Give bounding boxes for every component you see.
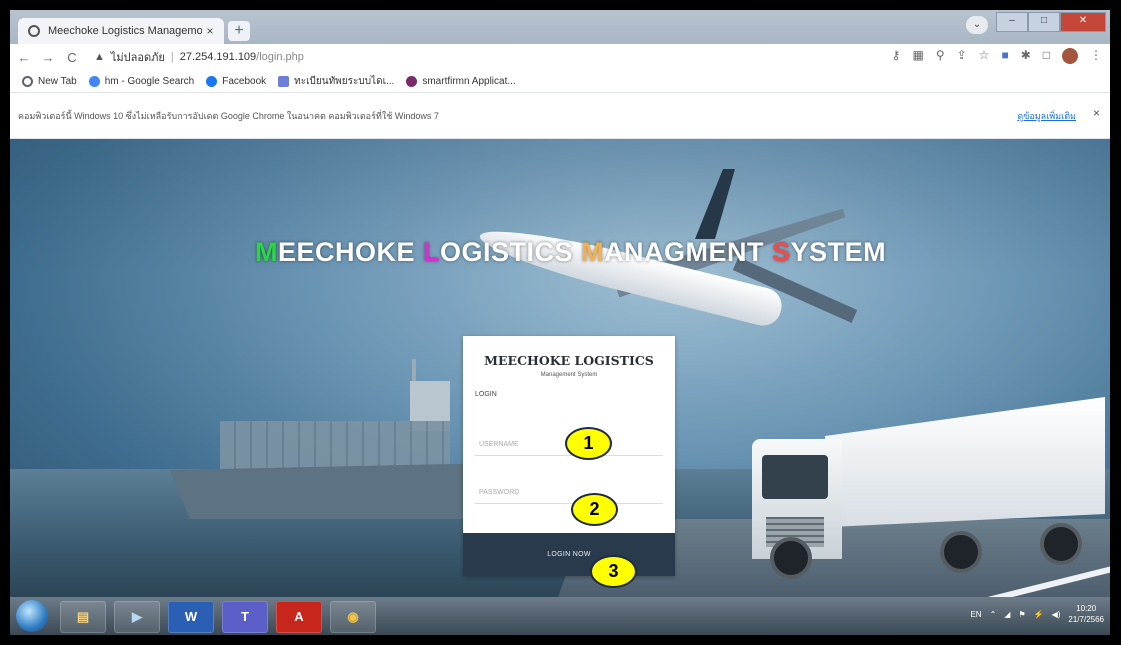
zoom-icon[interactable]: ⚲ <box>936 48 945 64</box>
google-icon <box>88 75 100 87</box>
tab-close-button[interactable]: × <box>202 24 218 38</box>
facebook-icon <box>206 75 218 87</box>
bookmark-label: hm - Google Search <box>104 75 195 87</box>
volume-icon[interactable]: ◀) <box>1052 610 1061 619</box>
bookmarks-bar: New Tab hm - Google Search Facebook ทะเบ… <box>10 70 1110 93</box>
clock-time: 10:20 <box>1076 604 1097 613</box>
browser-tab[interactable]: Meechoke Logistics Managemo × <box>18 18 224 44</box>
address-separator: | <box>170 51 174 63</box>
bookmark-item[interactable]: Facebook <box>206 75 267 87</box>
infobar-close-button[interactable]: × <box>1093 106 1100 120</box>
window-close-button[interactable]: ✕ <box>1060 12 1106 32</box>
flag-icon[interactable]: ⚑ <box>1018 610 1025 619</box>
bookmark-item[interactable]: hm - Google Search <box>88 75 195 87</box>
headline-initial: L <box>423 237 441 267</box>
reload-button[interactable]: C <box>62 50 82 65</box>
chevron-down-icon[interactable]: ⌄ <box>966 16 988 34</box>
login-brand: MEECHOKE LOGISTICS <box>484 353 654 368</box>
headline-initial: S <box>772 237 791 267</box>
address-path: /login.php <box>256 51 304 63</box>
login-page: MEECHOKE LOGISTICS MANAGMENT SYSTEM MEEC… <box>10 139 1110 597</box>
address-host: 27.254.191.109 <box>179 51 257 63</box>
app-icon <box>406 75 418 87</box>
truck-trailer <box>825 397 1105 527</box>
system-headline: MEECHOKE LOGISTICS MANAGMENT SYSTEM <box>255 237 886 268</box>
step-callout-3: 3 <box>590 555 637 588</box>
headline-initial: M <box>581 237 605 267</box>
truck-wheel <box>770 537 812 579</box>
star-icon[interactable]: ☆ <box>979 48 990 64</box>
bookmark-item[interactable]: New Tab <box>22 75 77 87</box>
clock-date: 21/7/2566 <box>1068 615 1104 624</box>
language-indicator[interactable]: EN <box>970 610 981 619</box>
system-tray: EN ⌃ ◢ ⚑ ⚡ ◀) 10:20 21/7/2566 <box>970 603 1104 625</box>
puzzle-icon[interactable]: ✱ <box>1021 48 1031 64</box>
headline-word: ANAGMENT <box>604 237 773 267</box>
teams-taskbar-button[interactable]: T <box>222 601 268 633</box>
airplane <box>475 217 786 330</box>
bookmark-item[interactable]: ทะเบียนทัพยระบบไดเ... <box>278 74 394 89</box>
globe-icon <box>22 75 33 87</box>
chevron-up-icon[interactable]: ⌃ <box>990 610 997 619</box>
truck-wheel <box>1040 523 1082 565</box>
explorer-taskbar-button[interactable]: ▤ <box>60 601 106 633</box>
menu-icon[interactable]: ⋮ <box>1090 48 1102 64</box>
maximize-button[interactable]: □ <box>1028 12 1060 32</box>
browser-toolbar: ← → C ▲ ไม่ปลอดภัย | 27.254.191.109 /log… <box>10 44 1110 70</box>
window-controls: ⌄ – □ ✕ <box>966 12 1106 34</box>
screenshot-frame: Meechoke Logistics Managemo × + ⌄ – □ ✕ … <box>0 0 1121 645</box>
bookmark-label: smartfirmn Applicat... <box>422 75 516 87</box>
truck-wheel <box>940 531 982 573</box>
globe-icon <box>28 25 40 37</box>
start-button[interactable] <box>16 600 48 632</box>
share-icon[interactable]: ⇪ <box>957 48 967 64</box>
update-infobar: คอมพิวเตอร์นี้ Windows 10 ซึ่งไม่เหลือรั… <box>10 93 1110 139</box>
headline-word: OGISTICS <box>440 237 582 267</box>
desktop-screen: Meechoke Logistics Managemo × + ⌄ – □ ✕ … <box>10 10 1110 635</box>
network-icon[interactable]: ◢ <box>1004 610 1010 619</box>
truck-windshield <box>762 455 828 499</box>
toolbar-icons: ⚷ ▦ ⚲ ⇪ ☆ ■ ✱ □ ⋮ <box>892 48 1102 64</box>
acrobat-taskbar-button[interactable]: A <box>276 601 322 633</box>
new-tab-button[interactable]: + <box>228 21 250 41</box>
translate-icon[interactable]: ▦ <box>912 48 923 64</box>
extension-icon[interactable]: ■ <box>1001 48 1008 64</box>
back-button[interactable]: ← <box>14 50 34 65</box>
step-callout-2: 2 <box>571 493 618 526</box>
headline-initial: M <box>255 237 278 267</box>
forward-button[interactable]: → <box>38 50 58 65</box>
bookmark-label: ทะเบียนทัพยระบบไดเ... <box>294 75 395 87</box>
profile-avatar[interactable] <box>1062 48 1078 64</box>
power-icon[interactable]: ⚡ <box>1034 610 1044 619</box>
bookmark-label: New Tab <box>38 75 77 87</box>
headline-word: EECHOKE <box>278 237 424 267</box>
security-label: ไม่ปลอดภัย <box>110 52 165 64</box>
minimize-button[interactable]: – <box>996 12 1028 32</box>
headline-word: YSTEM <box>790 237 887 267</box>
password-input[interactable] <box>475 482 663 504</box>
key-icon[interactable]: ⚷ <box>892 48 901 64</box>
address-bar[interactable]: ▲ ไม่ปลอดภัย | 27.254.191.109 /login.php <box>94 47 854 67</box>
infobar-message: คอมพิวเตอร์นี้ Windows 10 ซึ่งไม่เหลือรั… <box>18 111 439 121</box>
plane-tail <box>695 169 735 239</box>
bookmark-label: Facebook <box>222 75 267 87</box>
sidepanel-icon[interactable]: □ <box>1043 48 1050 64</box>
browser-tab-strip: Meechoke Logistics Managemo × + ⌄ – □ ✕ <box>10 10 1110 44</box>
login-subtitle: Management System <box>540 372 598 378</box>
tab-title: Meechoke Logistics Managemo <box>48 25 202 37</box>
word-taskbar-button[interactable]: W <box>168 601 214 633</box>
document-icon <box>278 75 290 87</box>
login-card: MEECHOKE LOGISTICS Management System LOG… <box>463 336 675 576</box>
chrome-taskbar-button[interactable]: ◉ <box>330 601 376 633</box>
login-heading: LOGIN <box>475 391 497 398</box>
bookmark-item[interactable]: smartfirmn Applicat... <box>406 75 516 87</box>
learn-more-link[interactable]: ดูข้อมูลเพิ่มเติม <box>1017 109 1076 123</box>
clock[interactable]: 10:20 21/7/2566 <box>1068 603 1104 625</box>
login-button[interactable]: LOGIN NOW <box>463 533 675 576</box>
media-taskbar-button[interactable]: ▶ <box>114 601 160 633</box>
windows-taskbar: ▤ ▶ W T A ◉ EN ⌃ ◢ ⚑ ⚡ ◀) 10:20 21/7/256… <box>10 597 1110 635</box>
warning-icon: ▲ <box>94 51 105 63</box>
step-callout-1: 1 <box>565 427 612 460</box>
